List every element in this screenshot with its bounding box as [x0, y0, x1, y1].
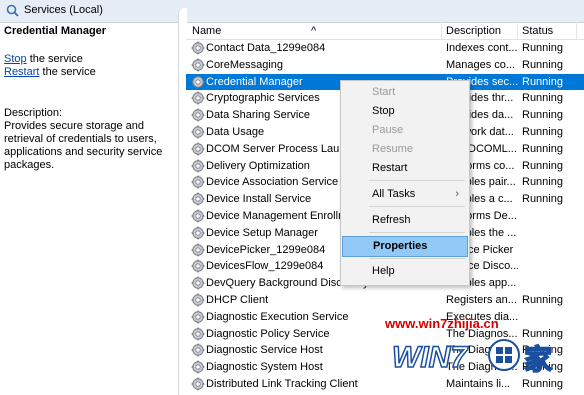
- sort-arrow-icon: ^: [311, 25, 317, 37]
- column-separator[interactable]: [517, 22, 518, 39]
- service-row[interactable]: CoreMessaging Manages co... Running: [186, 57, 584, 74]
- menu-item-pause-label: Pause: [372, 124, 404, 136]
- restart-line: Restart the service: [4, 66, 96, 78]
- gear-icon: [191, 175, 205, 189]
- window-title: Services (Local): [24, 4, 103, 16]
- service-status: Running: [522, 109, 563, 122]
- gear-icon: [191, 159, 205, 173]
- search-icon: [6, 4, 19, 17]
- service-status: Running: [522, 294, 563, 306]
- column-header-description[interactable]: Description: [446, 25, 501, 37]
- service-name: DHCP Client: [206, 294, 269, 306]
- gear-icon: [191, 125, 205, 139]
- stop-service-link[interactable]: Stop: [4, 53, 27, 65]
- menu-item-resume-label: Resume: [372, 143, 413, 155]
- service-description: Manages co...: [446, 58, 516, 71]
- watermark-logo: WIN7 家: [391, 339, 553, 377]
- service-description: Indexes cont...: [446, 42, 518, 54]
- menu-item-restart[interactable]: Restart: [341, 159, 469, 178]
- menu-item-all-tasks-label: All Tasks: [372, 188, 416, 200]
- menu-item-stop[interactable]: Stop: [341, 102, 469, 121]
- service-status: Running: [522, 159, 563, 172]
- watermark-url: www.win7zhijia.cn: [385, 316, 499, 331]
- gear-icon: [191, 343, 205, 357]
- gear-icon: [191, 108, 205, 122]
- stop-line-text: the service: [26, 53, 83, 65]
- service-row[interactable]: Contact Data_1299e084 Indexes cont... Runn…: [186, 40, 584, 57]
- gear-icon: [191, 360, 205, 374]
- gear-icon: [191, 226, 205, 240]
- menu-separator: [369, 206, 465, 207]
- column-separator[interactable]: [441, 22, 442, 39]
- gear-icon: [191, 276, 205, 290]
- gear-icon: [191, 293, 205, 307]
- menu-item-all-tasks[interactable]: All Tasks ›: [341, 185, 469, 204]
- description-text: Provides secure storage and retrieval of…: [4, 120, 163, 171]
- service-status: Running: [522, 92, 563, 105]
- menu-item-resume[interactable]: Resume: [341, 140, 469, 159]
- service-name: CoreMessaging: [206, 58, 284, 71]
- gear-icon: [191, 310, 205, 324]
- context-menu: Start Stop Pause Resume Restart All Task…: [340, 80, 470, 286]
- menu-item-help[interactable]: Help: [341, 262, 469, 281]
- service-name: Contact Data_1299e084: [206, 42, 326, 54]
- gear-icon: [191, 243, 205, 257]
- gear-icon: [191, 327, 205, 341]
- menu-item-pause[interactable]: Pause: [341, 121, 469, 140]
- menu-item-start-label: Start: [372, 86, 396, 98]
- column-header-name[interactable]: Name: [192, 25, 221, 37]
- service-status: Running: [522, 142, 563, 155]
- service-status: Running: [522, 126, 563, 138]
- service-row[interactable]: DHCP Client Registers an... Running: [186, 292, 584, 309]
- service-status: Running: [522, 42, 563, 54]
- gear-icon: [191, 58, 205, 72]
- column-header-status[interactable]: Status: [522, 25, 553, 37]
- svg-text:WIN7: WIN7: [392, 341, 468, 374]
- column-header-row: ^ Name Description Status: [186, 22, 584, 40]
- gear-icon: [191, 142, 205, 156]
- gear-icon: [191, 209, 205, 223]
- service-description: Description: Provides secure storage and…: [4, 107, 176, 172]
- service-status: Running: [522, 58, 563, 71]
- stop-line: Stop the service: [4, 53, 83, 65]
- restart-service-link[interactable]: Restart: [4, 66, 39, 78]
- svg-text:家: 家: [524, 343, 552, 376]
- gear-icon: [191, 377, 205, 391]
- gear-icon: [191, 259, 205, 273]
- menu-item-restart-label: Restart: [372, 162, 408, 174]
- menu-item-start[interactable]: Start: [341, 83, 469, 102]
- description-label: Description:: [4, 107, 63, 119]
- selected-service-name: Credential Manager: [4, 25, 107, 37]
- gear-icon: [191, 91, 205, 105]
- service-status: Running: [522, 193, 563, 206]
- left-pane: Credential Manager Stop the service Rest…: [0, 23, 178, 395]
- menu-separator: [369, 180, 465, 181]
- service-description: Registers an...: [446, 294, 517, 306]
- menu-item-help-label: Help: [372, 265, 395, 277]
- submenu-arrow-icon: ›: [455, 188, 459, 200]
- menu-item-properties-label: Properties: [373, 240, 428, 252]
- service-status: Running: [522, 75, 563, 88]
- menu-separator: [369, 258, 465, 259]
- restart-line-text: the service: [39, 66, 96, 78]
- gear-icon: [191, 75, 205, 89]
- column-separator[interactable]: [576, 22, 577, 39]
- service-status: Running: [522, 176, 563, 189]
- menu-separator: [369, 232, 465, 233]
- window-titlebar: Services (Local): [0, 0, 584, 23]
- menu-item-properties[interactable]: Properties: [342, 236, 468, 257]
- menu-item-stop-label: Stop: [372, 105, 395, 117]
- gear-icon: [191, 41, 205, 55]
- gear-icon: [191, 192, 205, 206]
- menu-item-refresh-label: Refresh: [372, 214, 411, 226]
- menu-item-refresh[interactable]: Refresh: [341, 211, 469, 230]
